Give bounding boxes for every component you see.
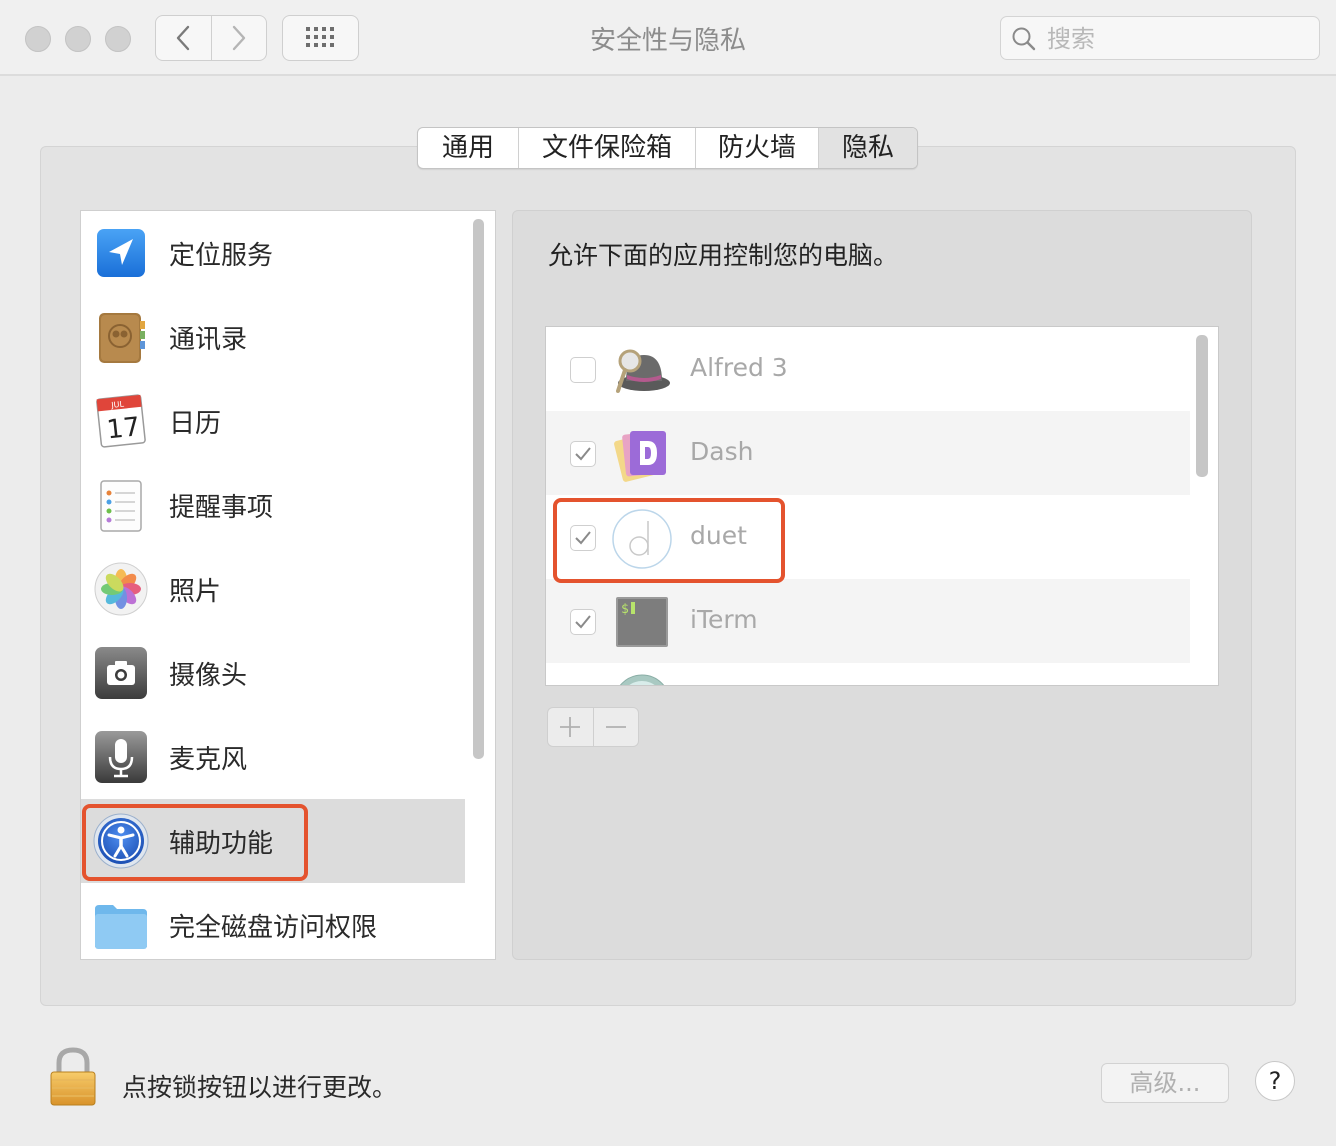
help-button[interactable]: ? bbox=[1255, 1061, 1295, 1101]
chevron-left-icon bbox=[177, 25, 190, 51]
forward-button[interactable] bbox=[210, 16, 267, 60]
accessibility-icon bbox=[93, 813, 149, 869]
add-app-button[interactable] bbox=[548, 708, 593, 746]
pane-description: 允许下面的应用控制您的电脑。 bbox=[548, 241, 899, 270]
sidebar-item-accessibility[interactable]: 辅助功能 bbox=[81, 799, 465, 883]
sidebar-item-calendar[interactable]: JUL 17 日历 bbox=[81, 379, 465, 463]
checkmark-icon bbox=[575, 615, 591, 629]
title-bar: 安全性与隐私 bbox=[0, 0, 1336, 76]
app-checkbox[interactable] bbox=[570, 441, 596, 467]
app-checkbox[interactable] bbox=[570, 525, 596, 551]
padlock-icon[interactable] bbox=[48, 1046, 98, 1108]
sidebar-scrollbar[interactable] bbox=[473, 219, 484, 759]
alfred-hat-icon bbox=[616, 349, 670, 393]
app-checkbox[interactable] bbox=[570, 357, 596, 383]
calendar-icon: JUL 17 bbox=[96, 394, 146, 448]
plus-icon bbox=[560, 717, 581, 737]
search-icon bbox=[1012, 27, 1036, 51]
app-name: iTerm bbox=[690, 605, 758, 634]
app-row-iterm[interactable]: $ iTerm bbox=[546, 579, 1190, 663]
folder-icon bbox=[95, 905, 147, 949]
sidebar-item-label: 定位服务 bbox=[169, 241, 274, 271]
search-input[interactable] bbox=[1045, 21, 1309, 57]
advanced-button[interactable]: 高级... bbox=[1101, 1063, 1229, 1103]
privacy-category-list[interactable]: 定位服务 通讯录 JUL 17 日历 提醒事项 照片 摄像头 麦克风 辅助功能 … bbox=[80, 210, 496, 960]
sidebar-item-label: 辅助功能 bbox=[169, 829, 274, 859]
app-list[interactable]: Alfred 3 Dash duet $ iTerm bbox=[545, 326, 1219, 686]
add-remove-buttons bbox=[547, 707, 639, 747]
sidebar-item-label: 照片 bbox=[169, 577, 222, 607]
sidebar-item-microphone[interactable]: 麦克风 bbox=[81, 715, 465, 799]
tab-firewall[interactable]: 防火墙 bbox=[695, 128, 818, 168]
dash-icon bbox=[614, 431, 666, 482]
calendar-day: 17 bbox=[105, 412, 141, 445]
app-checkbox[interactable] bbox=[570, 609, 596, 635]
sidebar-item-reminders[interactable]: 提醒事项 bbox=[81, 463, 465, 547]
navigation-buttons bbox=[155, 15, 267, 61]
sidebar-item-label: 摄像头 bbox=[169, 661, 248, 691]
app-list-scrollbar[interactable] bbox=[1196, 335, 1208, 477]
app-row-dash[interactable]: Dash bbox=[546, 411, 1190, 495]
app-name: duet bbox=[690, 521, 747, 550]
minimize-window-button[interactable] bbox=[65, 26, 91, 52]
app-row-partial bbox=[546, 663, 1190, 685]
sidebar-item-label: 提醒事项 bbox=[169, 493, 274, 523]
search-field[interactable] bbox=[1000, 16, 1320, 60]
zoom-window-button[interactable] bbox=[105, 26, 131, 52]
app-icon-partial bbox=[619, 674, 665, 685]
sidebar-item-camera[interactable]: 摄像头 bbox=[81, 631, 465, 715]
location-arrow-icon bbox=[97, 229, 145, 277]
camera-icon bbox=[95, 647, 147, 699]
remove-app-button[interactable] bbox=[592, 708, 639, 746]
duet-icon bbox=[612, 509, 672, 569]
minus-icon bbox=[605, 726, 626, 728]
app-row-duet[interactable]: duet bbox=[546, 495, 1190, 579]
sidebar-item-label: 日历 bbox=[169, 409, 222, 439]
sidebar-item-label: 麦克风 bbox=[169, 745, 248, 775]
tab-privacy[interactable]: 隐私 bbox=[818, 128, 917, 168]
tab-general[interactable]: 通用 bbox=[418, 128, 518, 168]
sidebar-item-photos[interactable]: 照片 bbox=[81, 547, 465, 631]
show-all-button[interactable] bbox=[282, 15, 359, 61]
reminders-icon bbox=[100, 480, 142, 532]
iterm-icon: $ bbox=[616, 597, 668, 647]
close-window-button[interactable] bbox=[25, 26, 51, 52]
lock-message: 点按锁按钮以进行更改。 bbox=[122, 1073, 398, 1102]
app-row-alfred[interactable]: Alfred 3 bbox=[546, 327, 1190, 411]
microphone-icon bbox=[95, 731, 147, 783]
sidebar-item-label: 通讯录 bbox=[169, 325, 248, 355]
sidebar-item-contacts[interactable]: 通讯录 bbox=[81, 295, 465, 379]
tab-bar: 通用 文件保险箱 防火墙 隐私 bbox=[417, 127, 918, 169]
app-name: Dash bbox=[690, 437, 754, 466]
checkmark-icon bbox=[575, 447, 591, 461]
app-name: Alfred 3 bbox=[690, 353, 788, 382]
photos-icon bbox=[94, 562, 148, 616]
sidebar-item-label: 完全磁盘访问权限 bbox=[169, 913, 378, 943]
sidebar-item-full-disk-access[interactable]: 完全磁盘访问权限 bbox=[81, 883, 465, 959]
sidebar-item-location-services[interactable]: 定位服务 bbox=[81, 211, 465, 295]
tab-filevault[interactable]: 文件保险箱 bbox=[518, 128, 695, 168]
svg-text:$: $ bbox=[621, 602, 629, 617]
chevron-right-icon bbox=[232, 25, 245, 51]
calendar-month: JUL bbox=[110, 400, 125, 410]
checkmark-icon bbox=[575, 531, 591, 545]
contacts-book-icon bbox=[99, 313, 145, 363]
back-button[interactable] bbox=[156, 16, 211, 60]
grid-icon bbox=[305, 27, 334, 47]
